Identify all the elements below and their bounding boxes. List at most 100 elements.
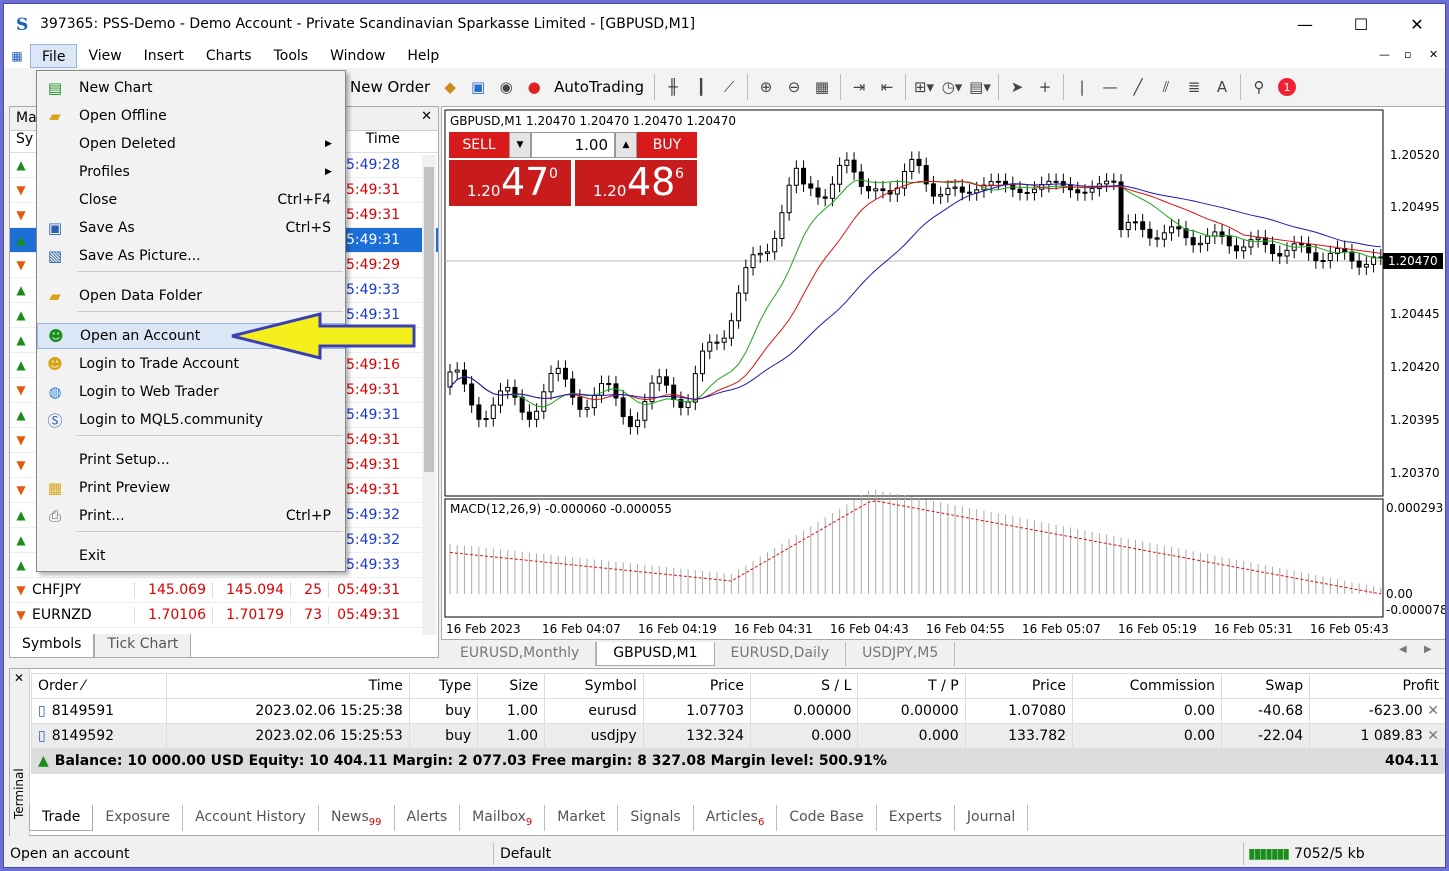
auto-scroll-icon[interactable]: ⇥ xyxy=(845,73,873,101)
tab-tick-chart[interactable]: Tick Chart xyxy=(94,634,192,658)
terminal-tab[interactable]: Trade xyxy=(29,805,94,831)
market-watch-row[interactable]: ▼ EURNZD 1.70106 1.70179 73 05:49:31 xyxy=(10,603,438,628)
terminal-tab[interactable]: Account History xyxy=(183,805,319,831)
fibonacci-icon[interactable]: ≣ xyxy=(1180,73,1208,101)
file-menu-item[interactable]: Ⓢ Login to MQL5.community xyxy=(37,407,345,433)
candlestick-icon[interactable]: ┃ xyxy=(687,73,715,101)
horizontal-line-icon[interactable]: — xyxy=(1096,73,1124,101)
file-menu-item[interactable]: ▤ New Chart xyxy=(37,75,345,101)
terminal-tab[interactable]: Exposure xyxy=(93,805,184,831)
mdi-restore-button[interactable]: ▫ xyxy=(1404,48,1411,61)
file-menu-item[interactable]: ▰ Open Data Folder xyxy=(37,283,345,309)
zoom-in-icon[interactable]: ⊕ xyxy=(752,73,780,101)
line-chart-icon[interactable]: ⟋ xyxy=(715,73,743,101)
close-position-icon[interactable]: ✕ xyxy=(1423,703,1439,719)
tab-usdjpy-m5[interactable]: USDJPY,M5 xyxy=(846,642,956,666)
autotrading-icon[interactable]: ● xyxy=(520,73,548,101)
indicators-icon[interactable]: ⊞▾ xyxy=(910,73,938,101)
trendline-icon[interactable]: ╱ xyxy=(1124,73,1152,101)
tab-scroll-left-icon[interactable]: ◀ xyxy=(1399,644,1407,655)
terminal-tab[interactable]: Signals xyxy=(618,805,694,831)
column-header[interactable]: Order ⁄ xyxy=(31,673,167,699)
column-header[interactable]: Type xyxy=(408,673,479,699)
tab-gbpusd-m1[interactable]: GBPUSD,M1 xyxy=(596,642,715,666)
file-menu-item[interactable]: Close Ctrl+F4 xyxy=(37,187,345,213)
volume-up-icon[interactable]: ▲ xyxy=(615,132,637,158)
file-menu-item[interactable]: ▦ Print Preview xyxy=(37,475,345,501)
column-header[interactable]: Profit xyxy=(1309,673,1445,699)
tab-scroll-right-icon[interactable]: ▶ xyxy=(1424,644,1432,655)
buy-button[interactable]: BUY xyxy=(637,132,697,158)
chart-shift-icon[interactable]: ⇤ xyxy=(873,73,901,101)
file-menu-item[interactable]: ▣ Save As Ctrl+S xyxy=(37,215,345,241)
menu-window[interactable]: Window xyxy=(319,44,396,68)
column-header[interactable]: Price xyxy=(964,673,1074,699)
mdi-minimize-button[interactable]: — xyxy=(1379,48,1390,61)
file-menu-item[interactable]: Open Deleted ▶ xyxy=(37,131,345,157)
minimize-button[interactable]: — xyxy=(1277,4,1333,44)
terminal-tab[interactable]: Mailbox9 xyxy=(460,805,546,831)
buy-price[interactable]: 1.20 48 6 xyxy=(575,160,697,206)
file-menu-item[interactable]: ▧ Save As Picture... xyxy=(37,243,345,269)
terminal-tab[interactable]: Experts xyxy=(877,805,955,831)
maximize-button[interactable]: ☐ xyxy=(1333,4,1389,44)
trade-row[interactable]: ▯ 8149592 2023.02.06 15:25:53 buy 1.00 usdjpy… xyxy=(31,723,1445,749)
close-button[interactable]: ✕ xyxy=(1389,4,1445,44)
menu-charts[interactable]: Charts xyxy=(195,44,263,68)
menu-help[interactable]: Help xyxy=(396,44,450,68)
trade-row[interactable]: ▯ 8149591 2023.02.06 15:25:38 buy 1.00 eurusd… xyxy=(31,698,1445,724)
market-watch-scrollbar[interactable] xyxy=(422,155,436,635)
file-menu-item[interactable]: ◍ Login to Web Trader xyxy=(37,379,345,405)
zoom-out-icon[interactable]: ⊖ xyxy=(780,73,808,101)
notification-icon[interactable]: 1 xyxy=(1273,73,1301,101)
column-header[interactable]: S / L xyxy=(750,673,859,699)
column-header[interactable]: Swap xyxy=(1221,673,1311,699)
column-header[interactable]: Commission xyxy=(1072,673,1223,699)
new-order-button[interactable]: New Order xyxy=(350,78,430,96)
volume-input[interactable]: 1.00 xyxy=(531,132,615,158)
market-watch-close-icon[interactable]: ✕ xyxy=(421,109,432,124)
terminal-tab[interactable]: Articles6 xyxy=(694,805,778,831)
file-menu-item[interactable]: Profiles ▶ xyxy=(37,159,345,185)
column-header[interactable]: Price xyxy=(642,673,752,699)
column-header[interactable]: Size xyxy=(477,673,546,699)
signals-icon[interactable]: ◉ xyxy=(492,73,520,101)
menu-view[interactable]: View xyxy=(77,44,132,68)
file-menu-item[interactable]: ⎙ Print... Ctrl+P xyxy=(37,503,345,529)
vertical-line-icon[interactable]: | xyxy=(1068,73,1096,101)
close-position-icon[interactable]: ✕ xyxy=(1423,728,1439,744)
metaeditor-icon[interactable]: ◆ xyxy=(436,73,464,101)
cursor-icon[interactable]: ➤ xyxy=(1003,73,1031,101)
bar-chart-icon[interactable]: ╫ xyxy=(659,73,687,101)
file-menu-item[interactable]: Print Setup... xyxy=(37,447,345,473)
terminal-close-icon[interactable]: ✕ xyxy=(14,671,24,685)
tab-symbols[interactable]: Symbols xyxy=(9,634,95,658)
terminal-tab[interactable]: Code Base xyxy=(777,805,877,831)
mdi-close-button[interactable]: ✕ xyxy=(1429,48,1438,61)
column-header[interactable]: T / P xyxy=(857,673,966,699)
templates-icon[interactable]: ▤▾ xyxy=(966,73,994,101)
autotrading-button[interactable]: AutoTrading xyxy=(554,78,644,96)
terminal-tab[interactable]: News99 xyxy=(319,805,395,831)
column-header[interactable]: Time xyxy=(165,673,410,699)
volume-down-icon[interactable]: ▼ xyxy=(509,132,531,158)
tab-eurusd-daily[interactable]: EURUSD,Daily xyxy=(715,642,847,666)
sell-price[interactable]: 1.20 47 0 xyxy=(449,160,571,206)
menu-tools[interactable]: Tools xyxy=(263,44,320,68)
terminal-tab[interactable]: Journal xyxy=(955,805,1029,831)
menu-insert[interactable]: Insert xyxy=(133,44,195,68)
periods-icon[interactable]: ◷▾ xyxy=(938,73,966,101)
column-header[interactable]: Symbol xyxy=(544,673,644,699)
file-menu-item[interactable]: ▰ Open Offline xyxy=(37,103,345,129)
sell-button[interactable]: SELL xyxy=(449,132,509,158)
search-icon[interactable]: ⚲ xyxy=(1245,73,1273,101)
text-icon[interactable]: A xyxy=(1208,73,1236,101)
market-icon[interactable]: ▣ xyxy=(464,73,492,101)
menu-file[interactable]: File xyxy=(30,44,78,68)
equidistant-channel-icon[interactable]: ⫽ xyxy=(1152,73,1180,101)
file-menu-item[interactable]: Exit xyxy=(37,543,345,569)
tile-windows-icon[interactable]: ▦ xyxy=(808,73,836,101)
market-watch-row[interactable]: ▼ CHFJPY 145.069 145.094 25 05:49:31 xyxy=(10,578,438,603)
terminal-tab[interactable]: Alerts xyxy=(395,805,461,831)
terminal-tab[interactable]: Market xyxy=(545,805,619,831)
